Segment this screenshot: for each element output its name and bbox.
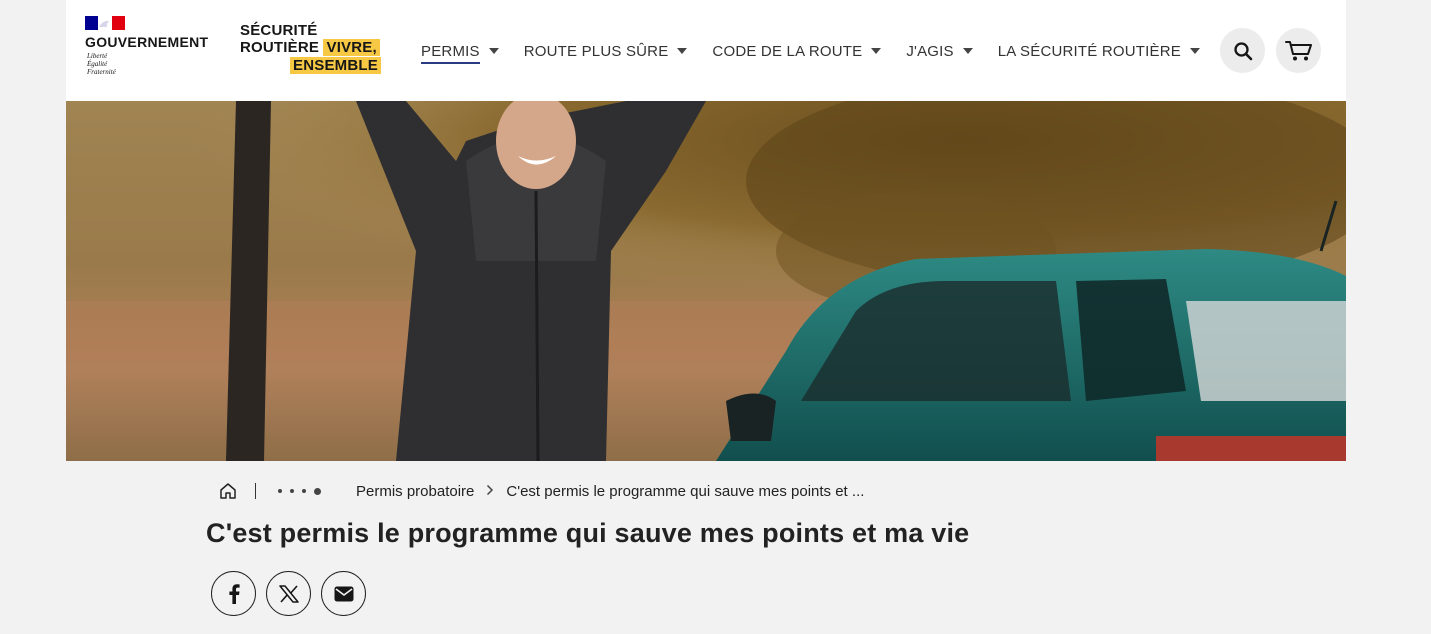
page-title: C'est permis le programme qui sauve mes … [206, 518, 970, 548]
nav-label: ROUTE PLUS SÛRE [523, 42, 669, 60]
logo-text: ROUTIÈRE [240, 39, 320, 56]
search-button[interactable] [1220, 28, 1265, 73]
government-motto: Liberté Égalité Fraternité [87, 52, 116, 76]
search-icon [1233, 41, 1252, 60]
hero-image [66, 101, 1346, 461]
breadcrumb-divider [255, 483, 256, 499]
nav-item-code-de-la-route[interactable]: CODE DE LA ROUTE [712, 38, 882, 64]
facebook-icon [228, 583, 240, 604]
nav-label: J'AGIS [906, 42, 954, 60]
site-header: GOUVERNEMENT Liberté Égalité Fraternité … [66, 0, 1346, 102]
caret-down-icon [488, 48, 499, 54]
share-facebook-button[interactable] [211, 571, 256, 616]
x-icon [278, 584, 299, 603]
breadcrumb-current: C'est permis le programme qui sauve mes … [506, 482, 865, 500]
email-icon [334, 586, 353, 601]
securite-routiere-logo[interactable]: SÉCURITÉ ROUTIÈRE VIVRE, ENSEMBLE [238, 22, 388, 78]
logo-line-2: ROUTIÈRE VIVRE, [240, 39, 380, 57]
nav-item-la-securite-routiere[interactable]: LA SÉCURITÉ ROUTIÈRE [998, 38, 1200, 64]
main-nav: PERMIS ROUTE PLUS SÛRE CODE DE LA ROUTE … [421, 38, 1225, 64]
chevron-right-icon [486, 483, 494, 500]
caret-down-icon [1189, 48, 1200, 54]
share-email-button[interactable] [321, 571, 366, 616]
nav-item-j-agis[interactable]: J'AGIS [906, 38, 973, 64]
caret-down-icon [871, 48, 882, 54]
french-flag-icon [85, 16, 125, 30]
motto-line: Égalité [87, 60, 108, 68]
nav-label: PERMIS [421, 42, 480, 64]
nav-label: CODE DE LA ROUTE [712, 42, 863, 60]
breadcrumb: Permis probatoire C'est permis le progra… [219, 480, 864, 502]
share-x-button[interactable] [266, 571, 311, 616]
motto-line: Fraternité [87, 68, 116, 76]
logo-highlight: ENSEMBLE [290, 57, 381, 74]
government-name: GOUVERNEMENT [85, 34, 209, 50]
hero-illustration [66, 101, 1346, 461]
nav-item-permis[interactable]: PERMIS [421, 38, 499, 64]
cart-button[interactable] [1276, 28, 1321, 73]
home-icon[interactable] [219, 482, 237, 500]
government-logo[interactable]: GOUVERNEMENT Liberté Égalité Fraternité [85, 14, 220, 84]
breadcrumb-item[interactable]: Permis probatoire [356, 483, 474, 500]
logo-highlight: VIVRE, [323, 39, 380, 56]
cart-icon [1284, 40, 1312, 60]
caret-down-icon [677, 48, 688, 54]
breadcrumb-collapsed-items[interactable] [278, 487, 321, 495]
motto-line: Liberté [87, 52, 108, 60]
logo-line-3: ENSEMBLE [290, 57, 381, 75]
nav-item-route-plus-sure[interactable]: ROUTE PLUS SÛRE [524, 38, 688, 64]
logo-line-1: SÉCURITÉ [240, 22, 318, 39]
caret-down-icon [962, 48, 973, 54]
nav-label: LA SÉCURITÉ ROUTIÈRE [997, 42, 1181, 60]
share-buttons [211, 571, 366, 616]
